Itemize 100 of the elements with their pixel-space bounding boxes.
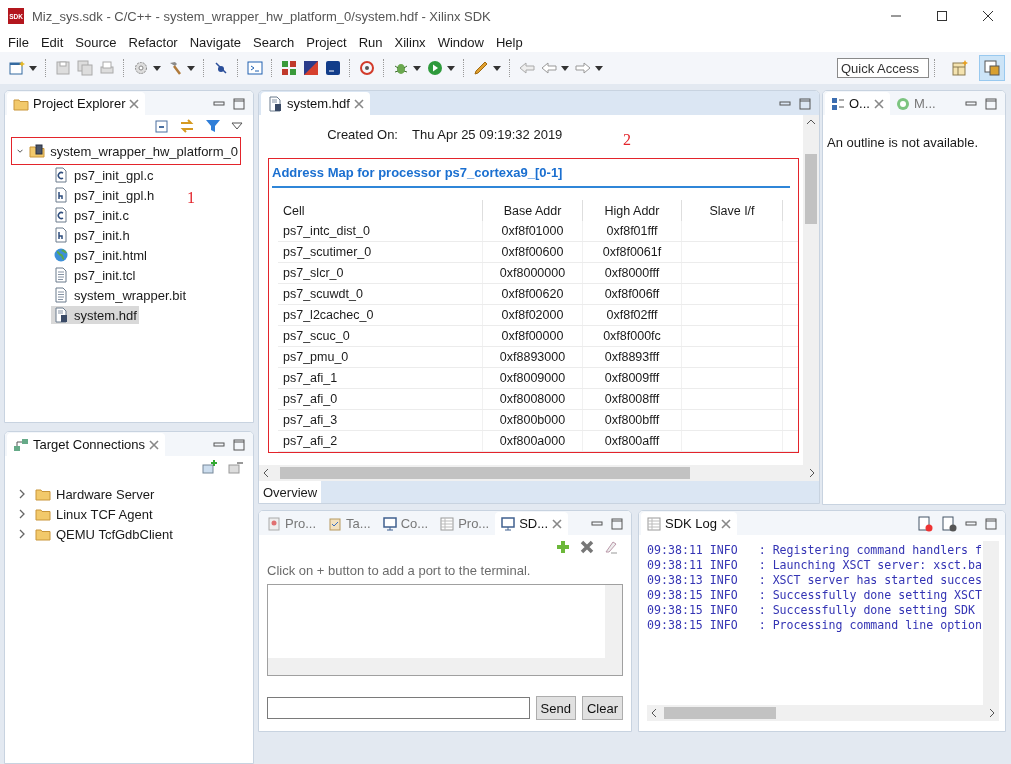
close-icon[interactable] [149,439,159,450]
page-tab[interactable]: Overview [259,481,322,503]
terminal-icon[interactable] [247,60,263,76]
window-close-icon[interactable] [983,11,993,21]
print-icon[interactable] [99,60,115,76]
clear-log-icon[interactable] [917,515,933,532]
view-tab[interactable]: Pro... [434,512,496,535]
tree-item[interactable]: system_wrapper_hw_platform_0 [27,142,240,160]
close-icon[interactable] [552,518,563,529]
tree-item[interactable]: Linux TCF Agent [33,505,155,523]
menu-item[interactable]: Window [431,34,490,50]
tree-item[interactable]: ps7_init.html [51,246,149,264]
scrollbar-thumb[interactable] [664,707,776,719]
close-icon[interactable] [129,98,140,109]
log-settings-icon[interactable] [941,515,957,532]
view-tab[interactable]: Pro... [261,512,323,535]
maximize-icon[interactable] [799,97,811,110]
maximize-icon[interactable] [985,517,997,530]
horizontal-scrollbar[interactable] [647,705,999,721]
remove-connection-icon[interactable] [227,459,243,475]
menu-item[interactable]: Help [489,34,529,50]
view-tab[interactable]: Target Connections [7,433,165,456]
tree-item[interactable]: ps7_init.tcl [51,266,138,284]
horizontal-scrollbar[interactable] [259,465,819,481]
caret-icon[interactable] [187,65,195,71]
scrollbar-thumb[interactable] [805,154,817,224]
view-tab[interactable]: SD... [495,512,569,535]
problems-icon [267,516,281,531]
tree-item[interactable]: ps7_init_gpl.c [51,166,156,184]
maximize-icon[interactable] [611,517,623,530]
terminal-button[interactable]: Send [535,696,576,720]
plus-icon[interactable] [555,539,571,555]
menu-item[interactable]: Edit [34,34,70,50]
collapse-all-icon[interactable] [153,118,169,134]
view-tab[interactable]: O... [825,92,890,115]
menu-item[interactable]: Source [69,34,123,50]
view-tab[interactable]: Ta... [322,512,377,535]
view-tab[interactable]: SDK Log [641,512,738,535]
caret-icon[interactable] [29,65,37,71]
table-cell: 0xf8f000fc [583,326,682,346]
tree-item[interactable]: ps7_init_gpl.h [51,186,157,204]
gradient-square-icon[interactable] [303,60,319,76]
save-icon[interactable] [55,60,71,76]
caret-icon[interactable] [561,65,569,71]
caret-icon[interactable] [595,65,603,71]
window-maximize-icon[interactable] [937,11,947,21]
monitor-icon [501,516,516,531]
menu-item[interactable]: Navigate [183,34,247,50]
table-cell: ps7_slcr_0 [278,263,483,283]
link-arrows-icon[interactable] [179,118,195,134]
table-cell: 0xf8008000 [483,389,583,409]
console-icon[interactable] [325,60,341,76]
scrollbar-thumb[interactable] [280,467,690,479]
program-fpga-icon[interactable] [281,60,297,76]
folder-icon [35,526,51,542]
open-perspective-icon[interactable] [952,60,968,76]
text-file-icon [53,287,69,303]
filter-icon[interactable] [205,118,221,134]
tree-item[interactable]: ps7_init.c [51,206,131,224]
monitor-icon [382,516,397,531]
maximize-icon[interactable] [233,97,245,110]
tree-item[interactable]: system_wrapper.bit [51,286,188,304]
menu-item[interactable]: Project [300,34,353,50]
menu-item[interactable]: File [2,34,35,50]
c-perspective-icon[interactable] [984,60,1000,76]
table-cell: 0xf8f00600 [483,242,583,262]
tree-item[interactable]: system.hdf [51,306,139,324]
eraser-icon[interactable] [603,539,619,555]
caret-icon[interactable] [447,65,455,71]
maximize-icon[interactable] [233,438,245,451]
menu-item[interactable]: Xilinx [388,34,432,50]
menu-item[interactable]: Search [247,34,301,50]
perspective-button[interactable] [979,55,1005,81]
new-file-icon[interactable] [9,60,25,76]
view-tab[interactable]: Project Explorer [7,92,146,115]
vertical-scrollbar[interactable] [803,115,819,465]
close-icon[interactable] [353,98,364,109]
pen-icon[interactable] [473,60,489,76]
tree-item[interactable]: Hardware Server [33,485,157,503]
view-menu-icon[interactable] [231,120,243,132]
caret-icon[interactable] [413,65,421,71]
view-tab[interactable]: Co... [376,512,435,535]
close-icon[interactable] [721,518,732,529]
editor-tab[interactable]: system.hdf [261,92,370,115]
run-icon[interactable] [427,60,443,76]
terminal-button[interactable]: Clear [581,696,623,720]
view-tab[interactable]: M... [889,92,942,115]
input-field[interactable] [267,697,530,719]
menu-item[interactable]: Run [352,34,389,50]
tree-item[interactable]: QEMU TcfGdbClient [33,525,175,543]
quick-access-field[interactable]: Quick Access [837,58,929,78]
caret-icon[interactable] [493,65,501,71]
maximize-icon[interactable] [985,97,997,110]
table-cell: ps7_scutimer_0 [278,242,483,262]
caret-icon[interactable] [153,65,161,71]
menu-item[interactable]: Refactor [122,34,184,50]
tree-item[interactable]: ps7_init.h [51,226,132,244]
new-connection-icon[interactable] [201,459,217,475]
close-icon[interactable] [579,539,595,555]
close-icon[interactable] [873,98,884,109]
